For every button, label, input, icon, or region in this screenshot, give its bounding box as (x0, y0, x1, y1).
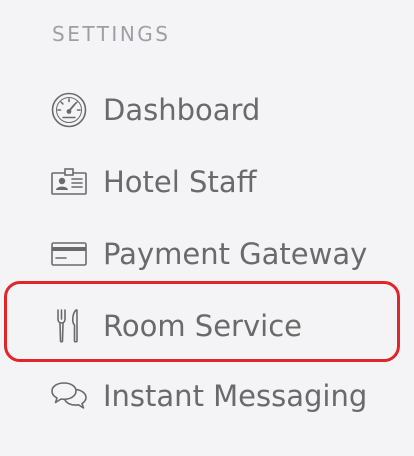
sidebar-item-room-service[interactable]: Room Service (0, 296, 414, 356)
sidebar-item-label: Dashboard (103, 93, 261, 127)
id-badge-icon (50, 163, 88, 201)
sidebar-item-label: Hotel Staff (103, 165, 257, 199)
sidebar-item-label: Instant Messaging (103, 379, 368, 413)
sidebar-item-dashboard[interactable]: Dashboard (0, 80, 414, 140)
chat-bubbles-icon (50, 377, 88, 415)
dashboard-gauge-icon (50, 91, 88, 129)
sidebar-item-payment-gateway[interactable]: Payment Gateway (0, 224, 414, 284)
sidebar-item-label: Room Service (103, 309, 302, 343)
sidebar-item-instant-messaging[interactable]: Instant Messaging (0, 366, 414, 426)
sidebar-item-hotel-staff[interactable]: Hotel Staff (0, 152, 414, 212)
fork-knife-icon (50, 307, 88, 345)
credit-card-icon (50, 235, 88, 273)
sidebar-item-label: Payment Gateway (103, 237, 368, 271)
settings-section-title: SETTINGS (52, 22, 171, 46)
